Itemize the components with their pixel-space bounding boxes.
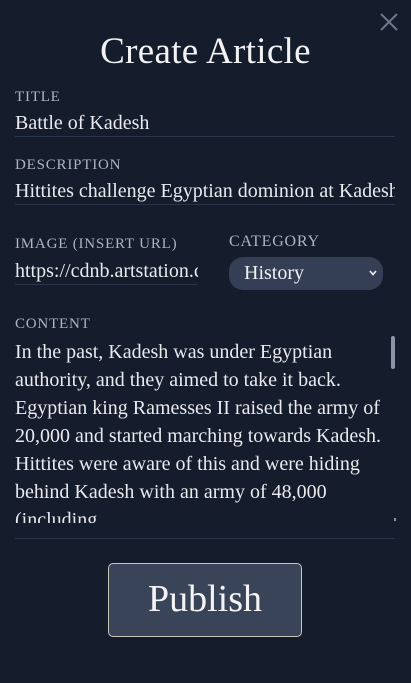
content-divider	[15, 538, 395, 539]
title-label: TITLE	[15, 89, 61, 105]
chevron-down-icon	[369, 270, 377, 276]
description-label: DESCRIPTION	[15, 157, 122, 173]
page-title: Create Article	[100, 31, 311, 72]
publish-button[interactable]: Publish	[108, 563, 302, 637]
content-textarea[interactable]: In the past, Kadesh was under Egyptian a…	[15, 337, 395, 523]
content-label: CONTENT	[15, 316, 91, 332]
category-select-value: History	[244, 262, 304, 284]
title-input[interactable]: Battle of Kadesh	[15, 110, 395, 137]
create-article-modal: Create Article TITLE Battle of Kadesh DE…	[0, 0, 411, 683]
description-input[interactable]: Hittites challenge Egyptian dominion at …	[15, 178, 395, 205]
content-scrollbar-thumb[interactable]	[391, 336, 395, 369]
category-label: CATEGORY	[229, 233, 320, 250]
image-url-input[interactable]: https://cdnb.artstation.com	[15, 258, 198, 285]
category-select[interactable]: History	[229, 257, 383, 290]
content-text: In the past, Kadesh was under Egyptian a…	[15, 341, 382, 523]
image-url-label: IMAGE (INSERT URL)	[15, 236, 178, 252]
content-scrollbar-arrow[interactable]	[394, 518, 396, 521]
